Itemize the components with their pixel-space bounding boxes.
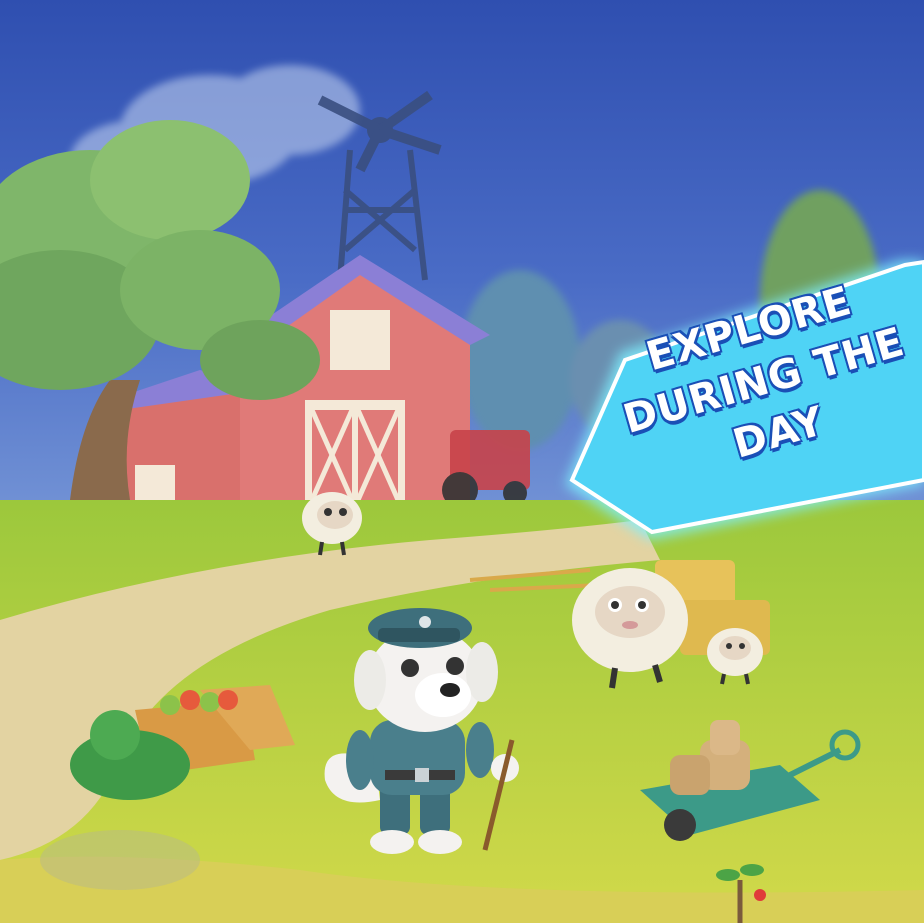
game-scene: EXPLORE DURING THE DAY [0,0,924,923]
farm-background [0,0,924,923]
